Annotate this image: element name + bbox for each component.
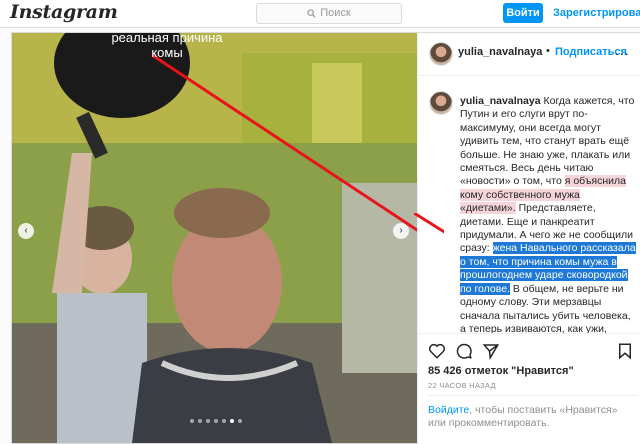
search-input[interactable]: Поиск [256, 3, 402, 24]
carousel-dot [190, 419, 194, 423]
carousel-dot [198, 419, 202, 423]
caption-username[interactable]: yulia_navalnaya [460, 95, 541, 107]
post-header: yulia_navalnaya • Подписаться ... [418, 33, 640, 76]
search-icon [307, 8, 316, 18]
post-actions-panel: 85 426 отметок "Нравится" 22 ЧАСОВ НАЗАД… [418, 333, 640, 444]
like-heart-icon[interactable] [428, 342, 446, 360]
search-placeholder: Поиск [320, 7, 351, 19]
post-photo[interactable]: реальная причина комы ‹ › [12, 33, 417, 443]
post-caption: yulia_navalnaya Когда кажется, что Путин… [460, 95, 636, 350]
post-timestamp[interactable]: 22 ЧАСОВ НАЗАД [428, 381, 496, 390]
post-sidebar: yulia_navalnaya • Подписаться ... yulia_… [414, 33, 640, 444]
carousel-dot [222, 419, 226, 423]
signup-link[interactable]: Зарегистрироваться [553, 4, 640, 22]
top-navigation-bar: Instagram Поиск Войти Зарегистрироваться [0, 0, 640, 28]
carousel-dot-active [230, 419, 234, 423]
previous-photo-button[interactable]: ‹ [18, 223, 34, 239]
post-card: реальная причина комы ‹ › yulia_navalnay… [11, 32, 640, 444]
carousel-indicator [190, 419, 242, 423]
caption-text-1: Когда кажется, что Путин и его слуги вру… [460, 95, 635, 188]
photo-annotation-text: реальная причина комы [111, 33, 223, 60]
post-username[interactable]: yulia_navalnaya [458, 46, 542, 58]
carousel-dot [206, 419, 210, 423]
carousel-dot [214, 419, 218, 423]
photo-scene [12, 33, 417, 443]
share-icon[interactable] [482, 342, 500, 360]
separator-dot: • [546, 45, 550, 57]
next-photo-button[interactable]: › [393, 223, 409, 239]
annotation-arrow-end [414, 213, 444, 234]
bookmark-icon[interactable] [616, 342, 634, 360]
avatar[interactable] [429, 42, 453, 66]
instagram-logo[interactable]: Instagram [10, 1, 118, 23]
login-button[interactable]: Войти [503, 3, 543, 23]
chevron-right-icon: › [399, 225, 403, 236]
comment-icon[interactable] [455, 342, 473, 360]
likes-count[interactable]: 85 426 отметок "Нравится" [428, 365, 574, 377]
comment-avatar[interactable] [429, 91, 453, 115]
carousel-dot [238, 419, 242, 423]
login-prompt: Войдите, чтобы поставить «Нравится» или … [428, 395, 638, 430]
login-link[interactable]: Войдите [428, 404, 469, 416]
chevron-left-icon: ‹ [24, 225, 28, 236]
more-options-icon[interactable]: ... [615, 42, 630, 58]
